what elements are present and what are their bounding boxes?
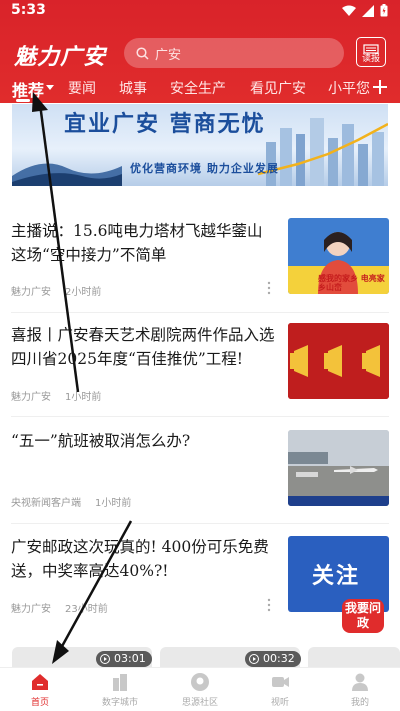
news-item[interactable]: 广安邮政这次玩真的! 400份可乐免费送，中奖率高达40%?! 魅力广安 23小时… xyxy=(0,524,400,629)
news-source: 央视新闻客户端 xyxy=(11,498,81,509)
video-camera-icon xyxy=(272,677,289,687)
chevron-down-icon[interactable] xyxy=(46,85,54,90)
play-icon xyxy=(100,654,110,664)
nav-label: 我的 xyxy=(350,698,369,708)
tab-see-guangan[interactable]: 看见广安 xyxy=(250,78,306,98)
news-source: 魅力广安 xyxy=(11,287,51,298)
nav-label: 思源社区 xyxy=(181,698,218,708)
news-item[interactable]: “五一”航班被取消怎么办? 央视新闻客户端 1小时前 xyxy=(0,417,400,522)
home-icon xyxy=(32,674,48,690)
news-time: 1小时前 xyxy=(95,498,132,509)
news-thumbnail: 感我的家乡 电亮家乡山峦 xyxy=(288,218,389,294)
tab-city[interactable]: 城事 xyxy=(119,78,147,98)
search-bar[interactable]: 广安 xyxy=(124,38,344,68)
wifi-icon xyxy=(342,5,356,16)
news-meta: 魅力广安 2小时前 xyxy=(11,283,101,298)
more-options-icon[interactable] xyxy=(266,281,272,295)
banner-subtitle: 优化营商环境 助力企业发展 xyxy=(130,162,279,175)
handshake-image xyxy=(12,163,122,186)
news-source: 魅力广安 xyxy=(11,392,51,403)
news-title: 主播说：15.6吨电力塔材飞越华蓥山 这场“空中接力”不简单 xyxy=(11,222,263,264)
user-icon xyxy=(352,673,368,691)
news-title: 广安邮政这次玩真的! 400份可乐免费送，中奖率高达40%?! xyxy=(11,538,269,580)
status-bar: 5:33 xyxy=(0,0,400,22)
nav-profile[interactable]: 我的 xyxy=(320,668,400,711)
add-channel-icon[interactable] xyxy=(370,77,390,97)
city-icon xyxy=(113,674,127,691)
newspaper-icon xyxy=(363,44,379,54)
read-newspaper-label: 读报 xyxy=(361,54,380,64)
battery-icon xyxy=(380,4,388,17)
tab-safety[interactable]: 安全生产 xyxy=(170,78,226,98)
read-newspaper-button[interactable]: 读报 xyxy=(356,37,386,67)
video-card[interactable] xyxy=(308,647,400,667)
news-time: 23小时前 xyxy=(65,604,108,615)
video-duration-text: 00:32 xyxy=(263,652,295,665)
news-title: 喜报丨广安春天艺术剧院两件作品入选四川省2025年度“百佳推优”工程! xyxy=(11,326,275,368)
status-time: 5:33 xyxy=(11,2,46,18)
nav-digital-city[interactable]: 数字城市 xyxy=(80,668,160,711)
nav-label: 数字城市 xyxy=(101,698,138,708)
play-icon xyxy=(249,654,259,664)
news-time: 1小时前 xyxy=(65,392,102,403)
news-time: 2小时前 xyxy=(65,287,102,298)
app-logo: 魅力广安 xyxy=(14,44,107,70)
tab-headlines[interactable]: 要闻 xyxy=(68,78,96,98)
banner-title: 宜业广安 营商无忧 xyxy=(64,111,266,137)
news-item[interactable]: 主播说：15.6吨电力塔材飞越华蓥山 这场“空中接力”不简单 魅力广安 2小时前 … xyxy=(0,209,400,314)
video-duration: 00:32 xyxy=(245,651,301,667)
news-meta: 央视新闻客户端 1小时前 xyxy=(11,494,131,509)
news-thumbnail xyxy=(288,323,389,399)
nav-video[interactable]: 视听 xyxy=(240,668,320,711)
news-title: “五一”航班被取消怎么办? xyxy=(11,432,191,450)
nav-home[interactable]: 首页 xyxy=(0,668,80,711)
active-tab-indicator xyxy=(16,99,30,102)
nav-label: 视听 xyxy=(270,698,289,708)
ask-government-button[interactable]: 我要问政 xyxy=(342,599,384,633)
video-duration: 03:01 xyxy=(96,651,152,667)
signal-icon xyxy=(362,4,374,17)
search-icon xyxy=(136,46,149,60)
promo-banner[interactable]: 宜业广安 营商无忧 优化营商环境 助力企业发展 xyxy=(12,104,388,186)
channel-tabs: 推荐 要闻 城事 安全生产 看见广安 小平您 xyxy=(0,77,400,102)
news-meta: 魅力广安 1小时前 xyxy=(11,388,101,403)
thumbnail-caption: 感我的家乡 电亮家乡山峦 xyxy=(318,274,385,292)
news-meta: 魅力广安 23小时前 xyxy=(11,600,108,615)
video-duration-text: 03:01 xyxy=(114,652,146,665)
news-item[interactable]: 喜报丨广安春天艺术剧院两件作品入选四川省2025年度“百佳推优”工程! 魅力广安… xyxy=(0,313,400,418)
tab-xiaoping[interactable]: 小平您 xyxy=(328,78,370,98)
thumbnail-caption: 关注 xyxy=(312,564,361,589)
news-source: 魅力广安 xyxy=(11,604,51,615)
app-header: 5:33 魅力广安 广安 读报 推荐 要闻 城事 安全生产 看见广安 小平您 xyxy=(0,0,400,103)
bottom-navigation: 首页 数字城市 思源社区 视听 我的 xyxy=(0,667,400,711)
community-icon xyxy=(191,673,209,691)
search-placeholder: 广安 xyxy=(155,47,182,63)
nav-label: 首页 xyxy=(30,698,49,708)
news-thumbnail xyxy=(288,430,389,506)
status-icons xyxy=(342,4,388,17)
more-options-icon[interactable] xyxy=(266,598,272,612)
nav-community[interactable]: 思源社区 xyxy=(160,668,240,711)
tab-recommend[interactable]: 推荐 xyxy=(12,77,44,101)
